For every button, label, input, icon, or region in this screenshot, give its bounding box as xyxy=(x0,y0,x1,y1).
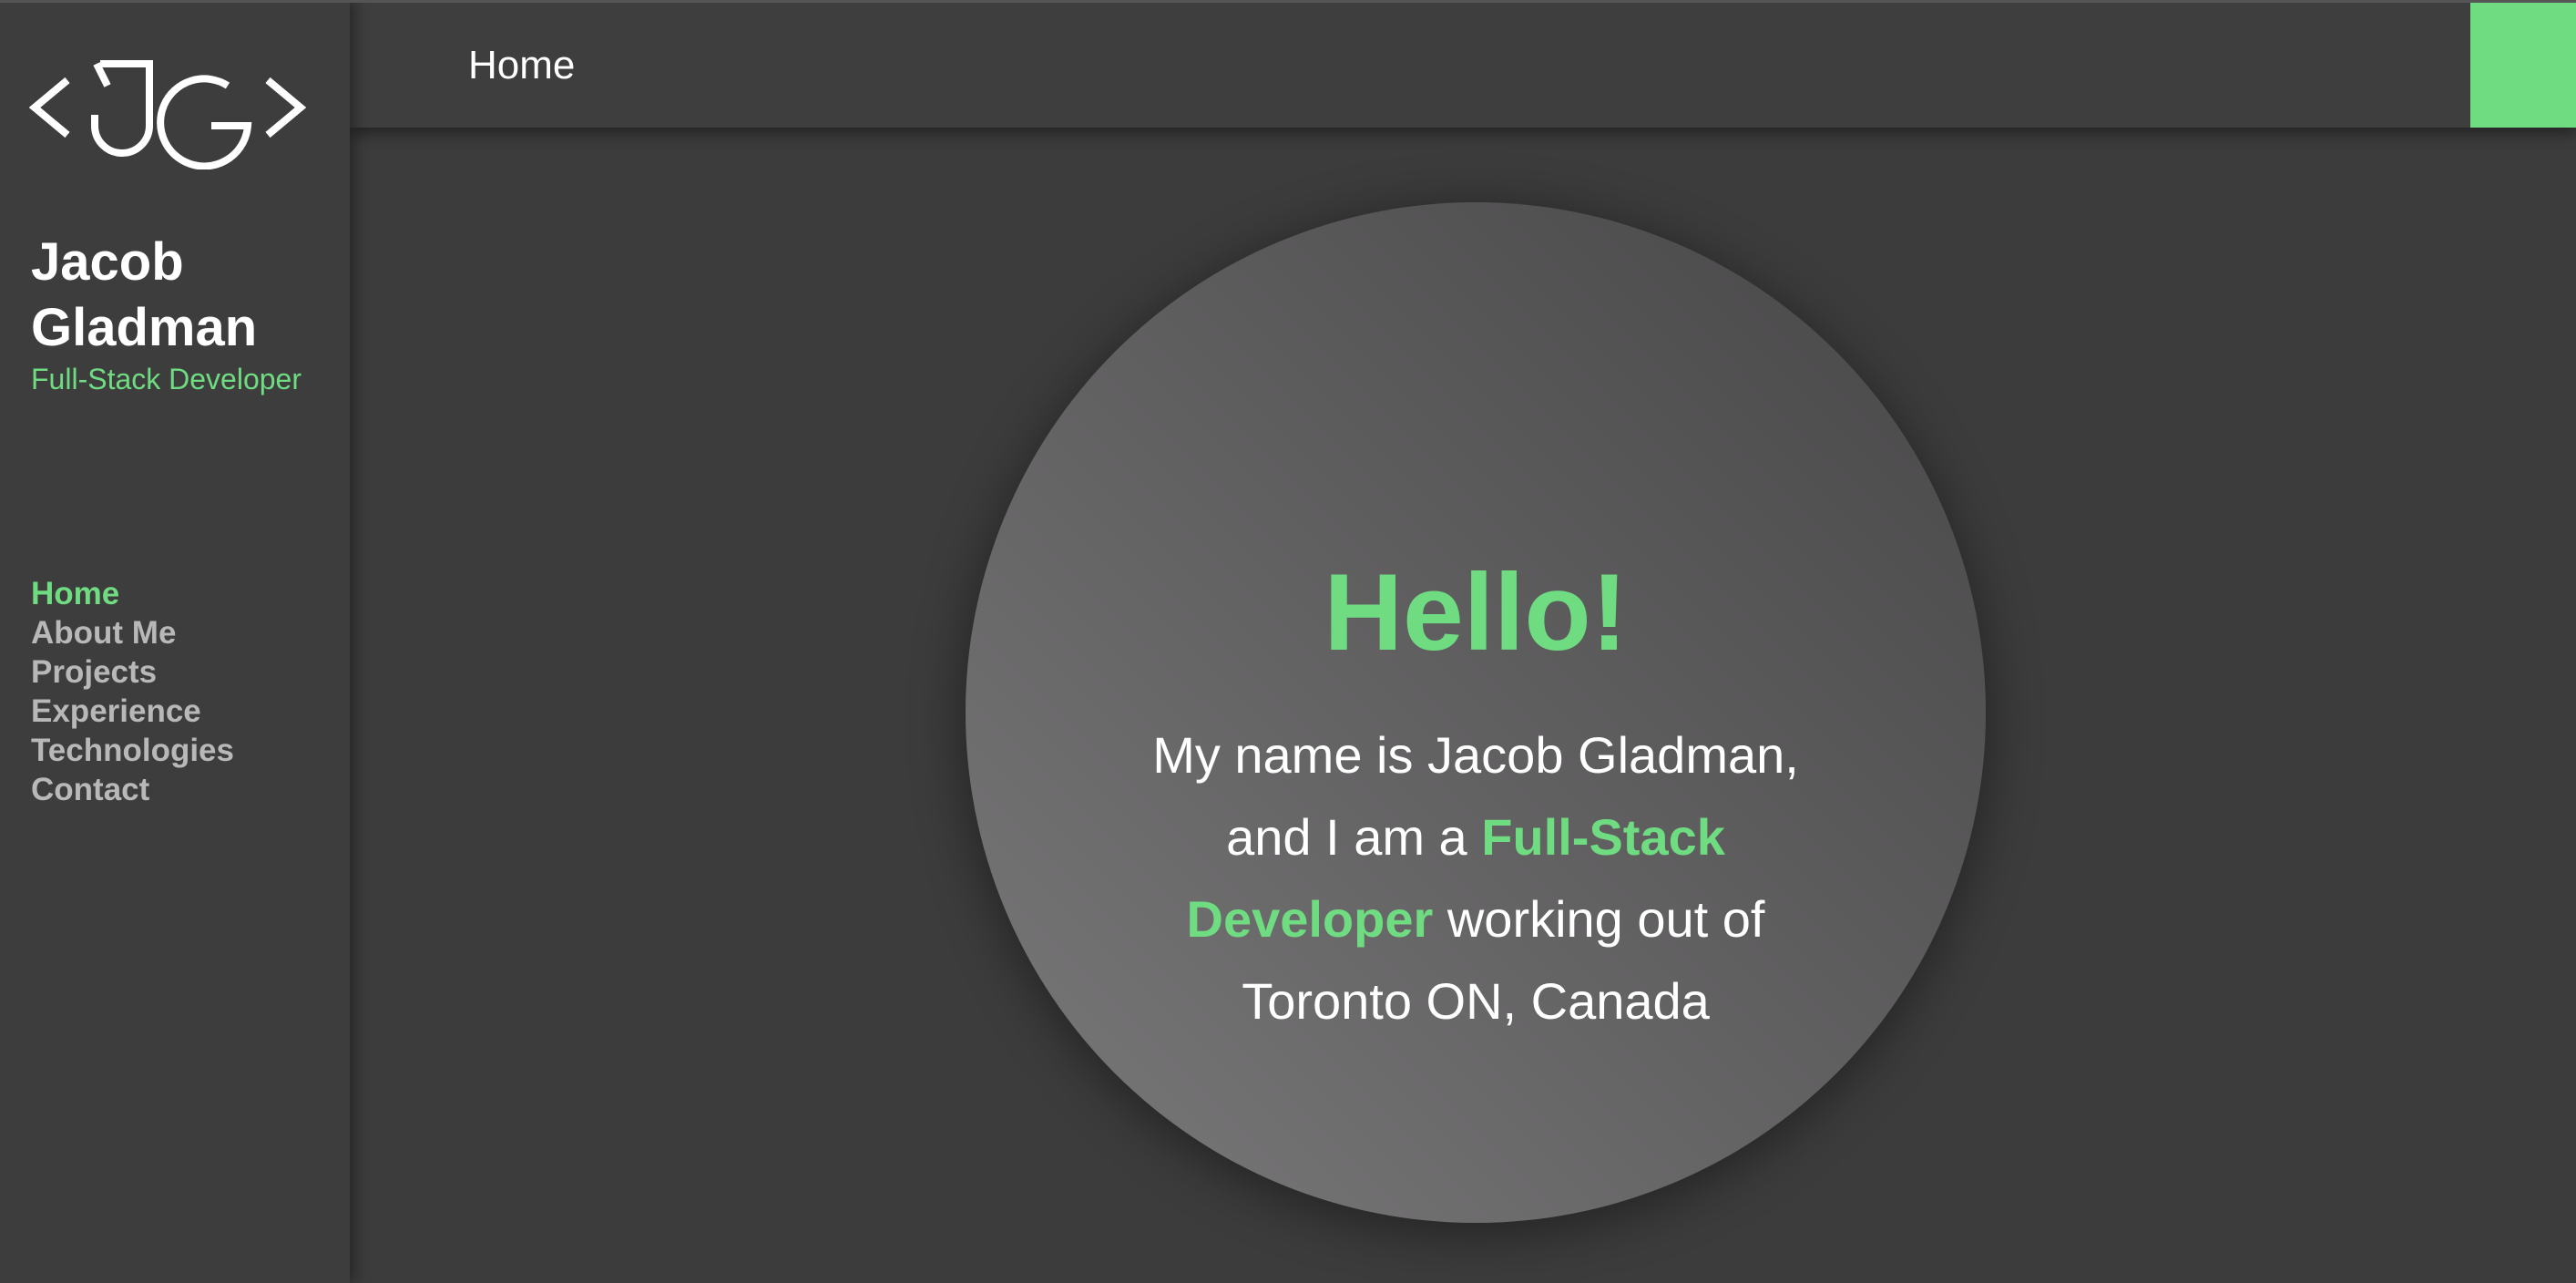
owner-role: Full-Stack Developer xyxy=(31,363,302,395)
top-header: Home xyxy=(350,0,2576,128)
nav-item-about-me[interactable]: About Me xyxy=(31,613,234,652)
header-accent-block[interactable] xyxy=(2470,3,2576,128)
sidebar-nav: Home About Me Projects Experience Techno… xyxy=(31,574,234,809)
nav-item-home[interactable]: Home xyxy=(31,574,234,613)
nav-item-experience[interactable]: Experience xyxy=(31,692,234,731)
page-title: Home xyxy=(468,43,576,87)
hero-circle: Hello! My name is Jacob Gladman, and I a… xyxy=(966,202,1986,1223)
hero-intro: My name is Jacob Gladman, and I am a Ful… xyxy=(1111,714,1840,1042)
main-content: Hello! My name is Jacob Gladman, and I a… xyxy=(350,128,2576,1283)
owner-name: Jacob Gladman xyxy=(31,232,258,357)
jg-logo-icon[interactable] xyxy=(29,55,308,169)
sidebar: Jacob Gladman Full-Stack Developer Home … xyxy=(0,0,350,1283)
top-border xyxy=(0,0,2576,3)
portfolio-page: Jacob Gladman Full-Stack Developer Home … xyxy=(0,0,2576,1283)
nav-item-technologies[interactable]: Technologies xyxy=(31,731,234,770)
hero-greeting: Hello! xyxy=(1324,551,1628,673)
nav-item-projects[interactable]: Projects xyxy=(31,652,234,692)
nav-item-contact[interactable]: Contact xyxy=(31,770,234,809)
